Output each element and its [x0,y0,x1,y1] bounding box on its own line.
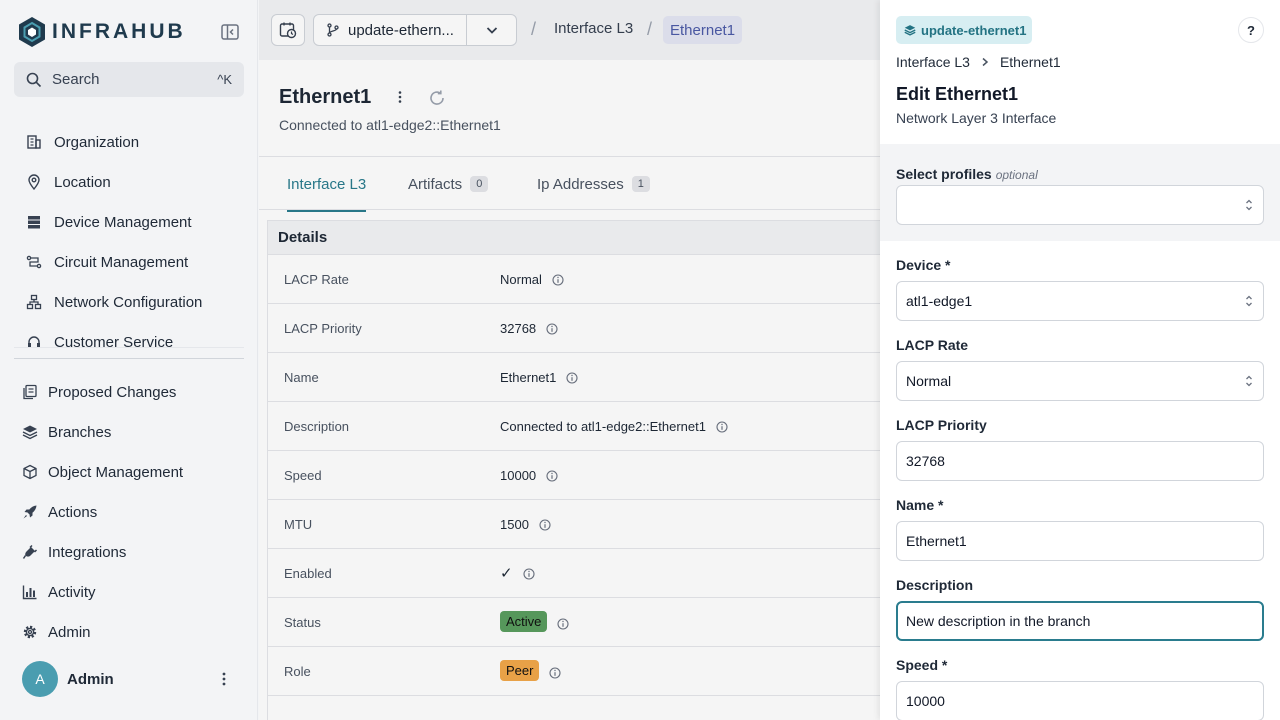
sidebar-item-object-management[interactable]: Object Management [10,452,244,492]
user-menu[interactable]: A Admin [22,661,232,697]
sidebar-divider [14,358,244,359]
brand-name: INFRAHUB [52,20,186,43]
sidebar-item-label: Customer Service [54,333,174,348]
optional-hint: optional [995,168,1038,182]
sidebar-item-label: Activity [48,583,96,601]
brand[interactable]: INFRAHUB [18,14,240,50]
select-value: Normal [906,373,952,389]
sidebar-item-circuit-management[interactable]: Circuit Management [14,242,244,282]
user-name: Admin [67,670,114,688]
sidebar-item-admin[interactable]: Admin [10,612,244,652]
drawer-subtitle: Network Layer 3 Interface [896,110,1057,126]
search-button[interactable]: Search ^K [14,62,244,97]
gear-icon [23,625,37,639]
profiles-section: Select profiles optional [880,144,1280,241]
name-input[interactable]: Ethernet1 [896,521,1264,561]
proposed-changes-icon [23,384,37,400]
sidebar-item-label: Integrations [48,543,127,561]
chevron-up-down-icon [1246,375,1252,387]
device-select[interactable]: atl1-edge1 [896,281,1264,321]
circuit-icon [26,255,42,269]
description-input[interactable]: New description in the branch [896,601,1264,641]
edit-drawer: update-ethernet1 ? Interface L3 Ethernet… [880,0,1280,720]
sidebar-item-customer-service[interactable]: Customer Service [14,322,244,348]
modal-backdrop[interactable] [259,0,880,720]
nav-menu-bottom: Proposed Changes Branches Object Managem… [10,372,244,652]
box-icon [23,464,37,480]
layers-icon [22,425,38,440]
speed-input[interactable]: 10000 [896,681,1264,720]
sidebar-item-organization[interactable]: Organization [14,122,244,162]
input-value: New description in the branch [906,613,1091,629]
sidebar-item-location[interactable]: Location [14,162,244,202]
collapse-sidebar-icon[interactable] [220,22,240,42]
sidebar-item-activity[interactable]: Activity [10,572,244,612]
input-value: 10000 [906,693,945,709]
select-value: atl1-edge1 [906,293,973,309]
device-label: Device * [896,257,951,273]
help-button[interactable]: ? [1238,17,1264,43]
sidebar-item-label: Organization [54,133,140,151]
sidebar-item-label: Device Management [54,213,192,231]
plug-icon [22,544,38,559]
search-shortcut: ^K [217,72,232,87]
drawer-breadcrumb: Interface L3 Ethernet1 [896,54,1061,70]
lacp-rate-select[interactable]: Normal [896,361,1264,401]
sidebar-item-label: Network Configuration [54,293,203,311]
nav-menu-top: Organization Location Device Management … [14,122,244,348]
branch-badge-label: update-ethernet1 [921,22,1027,38]
lacp-rate-label: LACP Rate [896,337,969,353]
sidebar-item-device-management[interactable]: Device Management [14,202,244,242]
branch-badge: update-ethernet1 [896,16,1033,44]
description-label: Description [896,577,974,593]
sidebar-item-label: Branches [48,423,112,441]
chevron-up-down-icon [1246,199,1252,211]
sidebar-item-integrations[interactable]: Integrations [10,532,244,572]
sidebar-item-label: Location [54,173,111,191]
sidebar-item-label: Admin [48,623,91,641]
building-icon [27,135,41,149]
profiles-select[interactable] [896,185,1264,225]
server-icon [28,216,40,229]
input-value: Ethernet1 [906,533,967,549]
input-value: 32768 [906,453,945,469]
sidebar-item-branches[interactable]: Branches [10,412,244,452]
sidebar-item-label: Proposed Changes [48,383,177,401]
sidebar-item-network-configuration[interactable]: Network Configuration [14,282,244,322]
rocket-icon [23,505,37,519]
lacp-priority-label: LACP Priority [896,417,987,433]
drawer-title: Edit Ethernet1 [896,84,1019,104]
layers-icon [904,25,916,36]
more-vertical-icon[interactable] [216,671,232,687]
sidebar-item-label: Object Management [48,463,184,481]
profiles-label: Select profiles optional [896,166,1038,182]
lacp-priority-input[interactable]: 32768 [896,441,1264,481]
chevron-right-icon [982,57,989,67]
drawer-header: update-ethernet1 ? Interface L3 Ethernet… [880,0,1280,144]
sidebar-item-label: Actions [48,503,98,521]
sidebar-item-proposed-changes[interactable]: Proposed Changes [10,372,244,412]
infrahub-logo-icon [19,17,45,47]
bar-chart-icon [22,585,37,600]
chevron-up-down-icon [1246,295,1252,307]
name-label: Name * [896,497,944,513]
drawer-crumb: Interface L3 [896,54,970,70]
search-icon [26,72,42,87]
sidebar-item-label: Circuit Management [54,253,189,271]
sidebar-item-actions[interactable]: Actions [10,492,244,532]
network-icon [26,294,42,310]
speed-label: Speed * [896,657,948,673]
drawer-crumb: Ethernet1 [999,54,1061,70]
avatar: A [22,661,58,697]
sidebar: INFRAHUB Search ^K Organization Location… [0,0,258,720]
field-label: Select profiles [896,166,992,182]
headset-icon [28,336,40,347]
search-label: Search [52,71,100,88]
map-pin-icon [28,174,40,190]
